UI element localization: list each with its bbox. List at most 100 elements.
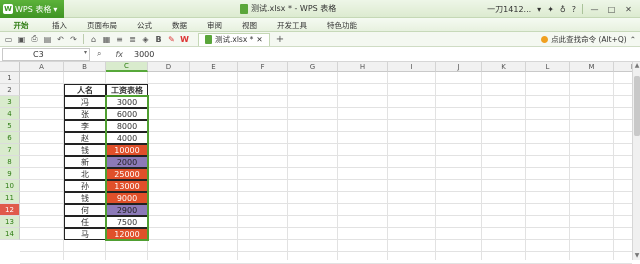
row-header-2[interactable]: 2	[0, 84, 20, 96]
new-tab-button[interactable]: +	[276, 34, 284, 45]
align-center-icon[interactable]: ≣	[127, 34, 138, 45]
row-header-7[interactable]: 7	[0, 144, 20, 156]
tab-insert[interactable]: 插入	[42, 18, 77, 32]
name-box[interactable]: C3 ▾	[2, 47, 90, 61]
app-menu-button[interactable]: W WPS 表格 ▾	[0, 0, 64, 18]
formula-input[interactable]: 3000	[130, 48, 640, 61]
tab-formulas[interactable]: 公式	[127, 18, 162, 32]
name-cell[interactable]: 钱	[64, 144, 106, 156]
scroll-down-icon[interactable]: ▼	[633, 252, 640, 260]
wps-online-icon[interactable]: W	[179, 34, 190, 45]
tab-review[interactable]: 审阅	[197, 18, 232, 32]
salary-cell[interactable]: 25000	[106, 168, 148, 180]
close-button[interactable]: ✕	[623, 5, 634, 14]
undo-icon[interactable]: ↶	[55, 34, 66, 45]
row-header-9[interactable]: 9	[0, 168, 20, 180]
fx-icon[interactable]: fx	[115, 50, 123, 59]
chevron-down-icon[interactable]: ▾	[84, 49, 87, 56]
name-cell[interactable]: 孙	[64, 180, 106, 192]
format-painter-icon[interactable]: ⌂	[88, 34, 99, 45]
header-cell-salary[interactable]: 工资表格	[106, 84, 148, 96]
vertical-scrollbar[interactable]: ▲ ▼	[632, 62, 640, 260]
row-header-4[interactable]: 4	[0, 108, 20, 120]
close-tab-icon[interactable]: ✕	[256, 35, 262, 44]
row-header-3[interactable]: 3	[0, 96, 20, 108]
tab-page-layout[interactable]: 页面布局	[77, 18, 127, 32]
header-cell-name[interactable]: 人名	[64, 84, 106, 96]
row-header-6[interactable]: 6	[0, 132, 20, 144]
column-header-j[interactable]: J	[436, 62, 482, 72]
tab-home[interactable]: 开始	[0, 18, 42, 32]
salary-cell[interactable]: 6000	[106, 108, 148, 120]
tab-view[interactable]: 视图	[232, 18, 267, 32]
column-header-d[interactable]: D	[148, 62, 190, 72]
row-header-8[interactable]: 8	[0, 156, 20, 168]
row-header-13[interactable]: 13	[0, 216, 20, 228]
document-tab[interactable]: 测试.xlsx * ✕	[198, 32, 270, 46]
name-cell[interactable]: 张	[64, 108, 106, 120]
minimize-button[interactable]: —	[589, 5, 600, 14]
expand-ribbon-icon[interactable]: ⌃	[630, 35, 636, 44]
row-header-11[interactable]: 11	[0, 192, 20, 204]
salary-cell[interactable]: 3000	[106, 96, 148, 108]
name-cell[interactable]: 冯	[64, 96, 106, 108]
column-header-a[interactable]: A	[20, 62, 64, 72]
name-cell[interactable]: 任	[64, 216, 106, 228]
save-icon[interactable]: ▣	[16, 34, 27, 45]
column-header-b[interactable]: B	[64, 62, 106, 72]
salary-cell[interactable]: 2000	[106, 156, 148, 168]
salary-cell[interactable]: 13000	[106, 180, 148, 192]
name-cell[interactable]: 钱	[64, 192, 106, 204]
name-cell[interactable]: 李	[64, 120, 106, 132]
row-header-5[interactable]: 5	[0, 120, 20, 132]
column-header-h[interactable]: H	[338, 62, 388, 72]
user-name[interactable]: 一刀1412...	[487, 4, 531, 15]
column-header-k[interactable]: K	[482, 62, 526, 72]
column-header-e[interactable]: E	[190, 62, 238, 72]
skin-icon[interactable]: ✦	[547, 5, 554, 14]
column-header-i[interactable]: I	[388, 62, 436, 72]
row-header-14[interactable]: 14	[0, 228, 20, 240]
border-icon[interactable]: ▦	[101, 34, 112, 45]
maximize-button[interactable]: □	[606, 5, 617, 14]
row-header-12[interactable]: 12	[0, 204, 20, 216]
font-color-icon[interactable]: ✎	[166, 34, 177, 45]
tab-developer[interactable]: 开发工具	[267, 18, 317, 32]
tab-data[interactable]: 数据	[162, 18, 197, 32]
scroll-up-icon[interactable]: ▲	[633, 62, 640, 70]
zoom-search-icon[interactable]: ⌕	[97, 49, 101, 59]
salary-cell[interactable]: 9000	[106, 192, 148, 204]
name-cell[interactable]: 马	[64, 228, 106, 240]
search-command[interactable]: 点此查找命令 (Alt+Q) ⌃	[541, 33, 636, 45]
help-icon[interactable]: ?	[572, 5, 576, 14]
bold-icon[interactable]: B	[153, 34, 164, 45]
open-folder-icon[interactable]: ▭	[3, 34, 14, 45]
fill-color-icon[interactable]: ◈	[140, 34, 151, 45]
salary-cell[interactable]: 12000	[106, 228, 148, 240]
salary-cell[interactable]: 7500	[106, 216, 148, 228]
tab-special[interactable]: 特色功能	[317, 18, 367, 32]
name-cell[interactable]: 何	[64, 204, 106, 216]
shirt-icon[interactable]: ♁	[560, 5, 566, 14]
align-left-icon[interactable]: ≡	[114, 34, 125, 45]
row-header-1[interactable]: 1	[0, 72, 20, 84]
column-header-l[interactable]: L	[526, 62, 570, 72]
salary-cell[interactable]: 4000	[106, 132, 148, 144]
name-cell[interactable]: 北	[64, 168, 106, 180]
row-header-10[interactable]: 10	[0, 180, 20, 192]
print-icon[interactable]: ▤	[42, 34, 53, 45]
scroll-thumb[interactable]	[634, 76, 640, 136]
column-header-m[interactable]: M	[570, 62, 614, 72]
print-preview-icon[interactable]: ⎙	[29, 34, 40, 45]
sheet-grid[interactable]: ABCDEFGHIJKLMN 1234567891011121314 人名工资表…	[0, 62, 640, 264]
redo-icon[interactable]: ↷	[68, 34, 79, 45]
salary-cell[interactable]: 10000	[106, 144, 148, 156]
column-header-f[interactable]: F	[238, 62, 288, 72]
name-cell[interactable]: 新	[64, 156, 106, 168]
user-dropdown-icon[interactable]: ▾	[537, 5, 541, 14]
select-all-corner[interactable]	[0, 62, 20, 72]
salary-cell[interactable]: 2900	[106, 204, 148, 216]
name-cell[interactable]: 赵	[64, 132, 106, 144]
column-header-c[interactable]: C	[106, 62, 148, 72]
salary-cell[interactable]: 8000	[106, 120, 148, 132]
